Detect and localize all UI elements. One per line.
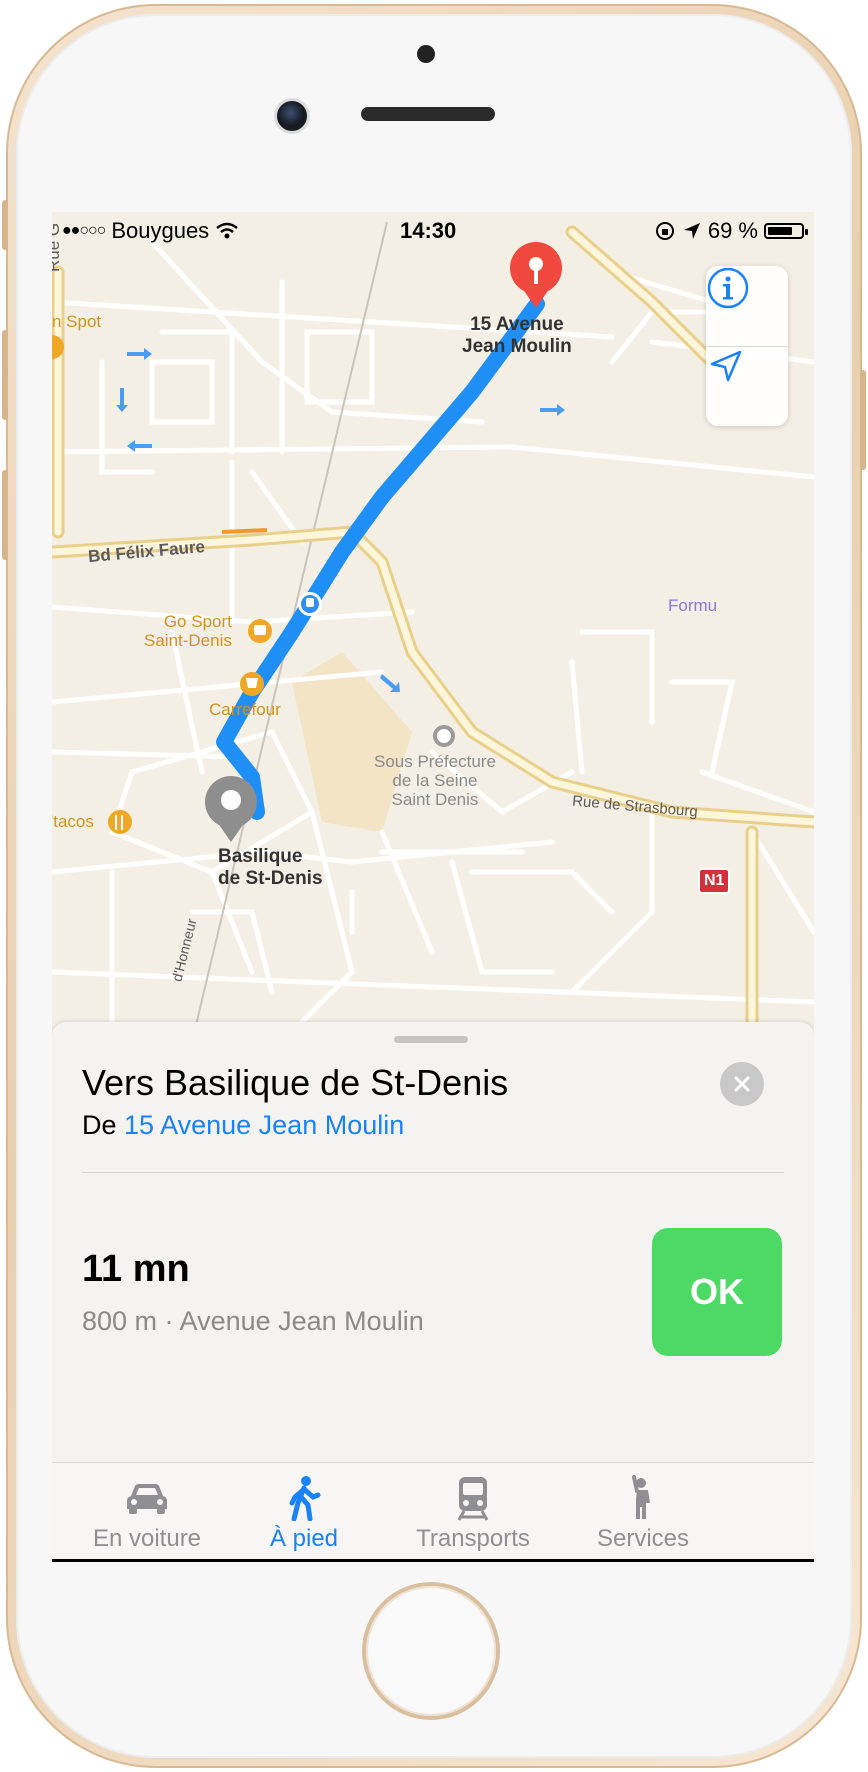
wifi-icon — [216, 222, 238, 239]
tab-transit[interactable]: Transports — [378, 1471, 568, 1553]
volume-up-button — [2, 330, 8, 420]
route-detail: 800 m · Avenue Jean Moulin — [82, 1306, 424, 1336]
ring-switch — [2, 200, 8, 250]
route-card: Vers Basilique de St-Denis De 15 Avenue … — [52, 1022, 814, 1462]
status-time: 14:30 — [400, 218, 457, 243]
tab-transit-label: Transports — [416, 1525, 530, 1552]
tab-walking[interactable]: À pied — [209, 1471, 399, 1553]
car-icon — [127, 1484, 167, 1514]
origin-pin-label: Basilique de St-Denis — [218, 846, 323, 889]
carrier-name: Bouygues — [111, 218, 210, 243]
status-bar: ●●○○○ Bouygues 14:30 69 % — [52, 212, 814, 252]
tab-services[interactable]: Services — [548, 1471, 738, 1553]
proximity-sensor — [417, 45, 435, 63]
close-button[interactable] — [720, 1062, 764, 1106]
map-label-spot: n Spot — [52, 312, 102, 331]
card-divider — [82, 1172, 784, 1173]
earpiece-speaker — [361, 107, 495, 121]
battery-icon — [764, 223, 808, 239]
map-view[interactable]: Rue G n Spot Bd Félix Faure Go Sport Sai… — [52, 212, 814, 1042]
route-from: De 15 Avenue Jean Moulin — [82, 1110, 404, 1141]
destination-pin-label: 15 Avenue Jean Moulin — [462, 314, 572, 357]
info-button[interactable] — [706, 266, 788, 346]
card-grabber[interactable] — [394, 1036, 468, 1043]
screen-bottom-edge — [52, 1559, 814, 1562]
route-from-link[interactable]: 15 Avenue Jean Moulin — [124, 1110, 404, 1140]
route-duration: 11 mn — [82, 1248, 190, 1290]
map-label-carrefour: Carrefour — [209, 700, 281, 719]
map-label-tacos: 'tacos — [52, 812, 94, 831]
screen: Rue G n Spot Bd Félix Faure Go Sport Sai… — [52, 212, 814, 1562]
tab-walking-label: À pied — [269, 1525, 339, 1552]
signal-strength-icon: ●●○○○ — [62, 222, 106, 239]
transport-mode-tabbar: En voiture À pied Transports Services — [52, 1462, 814, 1561]
highway-n1-badge: N1 — [698, 868, 731, 894]
location-services-icon — [683, 223, 700, 239]
go-button[interactable]: OK — [652, 1228, 782, 1356]
volume-down-button — [2, 470, 8, 560]
info-icon — [707, 267, 749, 309]
status-left: ●●○○○ Bouygues — [62, 218, 239, 244]
status-right: 69 % — [654, 218, 808, 244]
walking-icon — [289, 1476, 321, 1521]
orientation-lock-icon — [655, 222, 674, 240]
tab-services-label: Services — [596, 1525, 690, 1552]
locate-me-button[interactable] — [706, 346, 788, 426]
map-label-formu: Formu — [668, 596, 718, 615]
map-controls — [706, 266, 788, 426]
front-camera — [274, 98, 310, 134]
train-icon — [457, 1477, 489, 1521]
map-label-sous-prefecture: Sous Préfecture de la Seine Saint Denis — [374, 752, 496, 809]
route-from-prefix: De — [82, 1110, 117, 1140]
close-icon — [734, 1076, 750, 1092]
hailing-icon — [632, 1475, 650, 1519]
battery-percentage: 69 % — [707, 218, 758, 243]
route-title: Vers Basilique de St-Denis — [82, 1062, 509, 1103]
map-label-go-sport: Go Sport Saint-Denis — [144, 612, 232, 650]
power-button — [860, 370, 866, 470]
home-button[interactable] — [366, 1586, 496, 1716]
location-arrow-icon — [710, 350, 742, 382]
